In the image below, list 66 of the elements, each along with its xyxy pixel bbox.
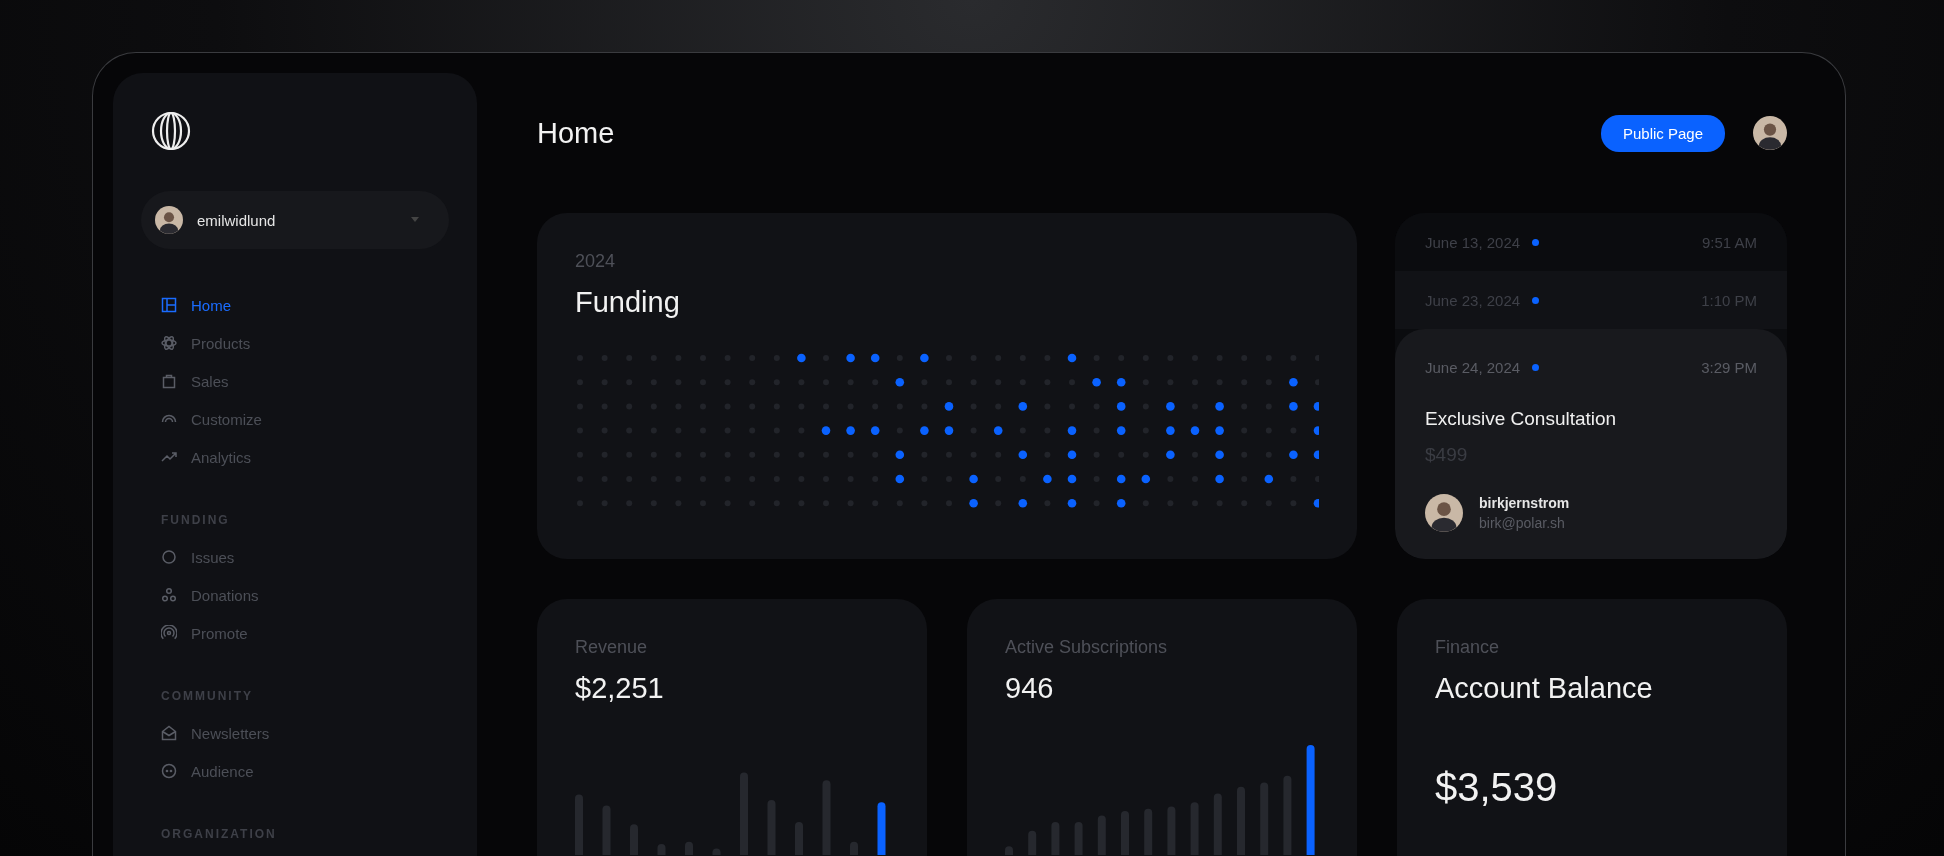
- bar: [1097, 815, 1106, 855]
- account-switcher[interactable]: emilwidlund: [141, 191, 449, 249]
- dots-icon: [161, 587, 177, 603]
- bar: [1028, 830, 1037, 855]
- avatar: [1425, 494, 1463, 532]
- bar: [630, 824, 638, 855]
- bar: [1005, 846, 1013, 855]
- bar: [795, 822, 803, 855]
- bar: [850, 841, 858, 855]
- atom-icon: [161, 335, 177, 351]
- bar: [602, 805, 611, 855]
- product-title: Exclusive Consultation: [1425, 408, 1618, 430]
- bar: [767, 800, 776, 855]
- nav-item[interactable]: Promote: [141, 617, 248, 649]
- nav-item[interactable]: Analytics: [141, 441, 252, 473]
- status-dot: [1532, 364, 1540, 371]
- card-title: Funding: [575, 286, 681, 319]
- bar: [1167, 806, 1176, 855]
- year-label: 2024: [575, 251, 617, 272]
- bar: [1121, 811, 1129, 855]
- nav-item[interactable]: Donations: [141, 579, 259, 611]
- balance-value: $3,539: [1435, 765, 1559, 810]
- bar: [1237, 786, 1245, 855]
- circle-icon: [161, 549, 177, 565]
- logo-icon: [151, 111, 191, 151]
- avatar: [1753, 116, 1787, 150]
- bar: [685, 841, 693, 855]
- bar: [1074, 822, 1083, 855]
- avatar: [155, 206, 183, 234]
- customer-email: birk@polar.sh: [1479, 515, 1566, 531]
- bar: [1051, 822, 1060, 855]
- card-label: Revenue: [575, 637, 649, 658]
- envelope-icon: [161, 725, 177, 741]
- event-date: June 13, 2024: [1425, 233, 1521, 251]
- bar: [1213, 793, 1222, 855]
- card-title: Account Balance: [1435, 672, 1654, 705]
- nav-item[interactable]: Home: [141, 289, 231, 321]
- card-label: Active Subscriptions: [1005, 637, 1169, 658]
- bag-icon: [161, 373, 177, 389]
- face-icon: [161, 763, 177, 779]
- bar: [877, 802, 886, 855]
- event-date: June 24, 2024: [1425, 359, 1521, 376]
- revenue-value: $2,251: [575, 672, 665, 705]
- layout-icon: [161, 297, 177, 313]
- card-label: Finance: [1435, 637, 1501, 658]
- nav-item[interactable]: Customize: [141, 403, 262, 435]
- nav-item[interactable]: Products: [141, 327, 251, 359]
- subscriptions-value: 946: [1005, 672, 1055, 705]
- public-page-button[interactable]: Public Page: [1600, 114, 1725, 152]
- caret-icon: [411, 217, 419, 223]
- customer-name: birkjernstrom: [1479, 495, 1570, 511]
- bar: [657, 844, 666, 855]
- bar: [712, 848, 721, 855]
- status-dot: [1532, 238, 1540, 246]
- event-time: 9:51 AM: [1701, 233, 1757, 251]
- status-dot: [1532, 296, 1540, 304]
- nav-item[interactable]: Audience: [141, 755, 254, 787]
- page-title: Home: [537, 116, 615, 150]
- nav-item[interactable]: Newsletters: [141, 717, 270, 749]
- bar: [1190, 802, 1199, 855]
- event-time: 3:29 PM: [1701, 359, 1757, 376]
- nav-item[interactable]: Sales: [141, 365, 229, 397]
- bar: [1144, 808, 1153, 855]
- bar: [575, 794, 583, 855]
- signal-icon: [161, 625, 177, 641]
- nav-item[interactable]: Issues: [141, 541, 235, 573]
